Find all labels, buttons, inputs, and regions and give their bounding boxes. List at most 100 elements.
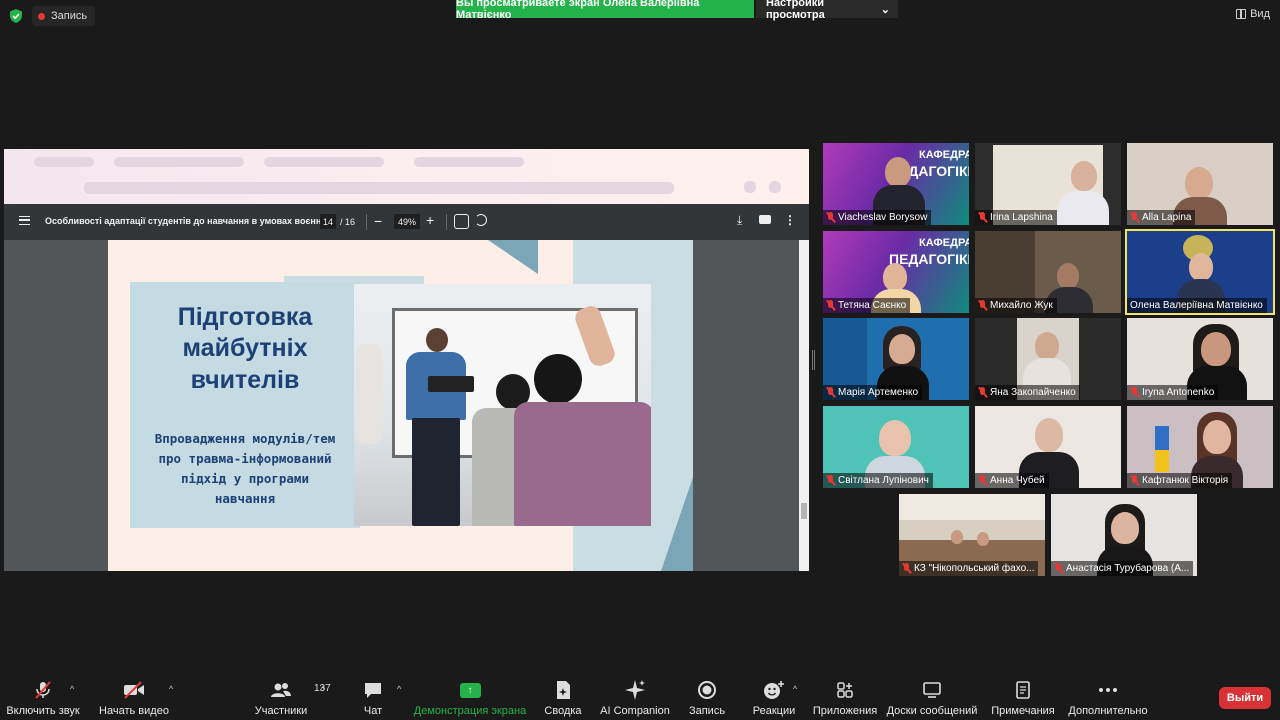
participant-tile[interactable]: Михайло Жук [975,231,1121,313]
participant-tile-active-speaker[interactable]: Олена Валеріївна Матвієнко [1125,229,1275,315]
recording-indicator[interactable]: Запись [32,6,96,26]
download-icon[interactable]: ⤓ [737,213,742,228]
recording-label: Запись [51,10,88,22]
browser-icon [769,181,781,193]
muted-mic-icon [826,475,835,486]
participant-name-label: Viacheslav Borysow [823,210,932,225]
board-icon [922,676,942,704]
participant-face [1185,167,1213,199]
participant-face [1035,332,1059,360]
muted-mic-icon [978,212,987,223]
pdf-scrollbar[interactable] [799,240,809,571]
chat-button[interactable]: Чат [356,676,390,720]
panel-resize-handle[interactable] [812,350,815,370]
participant-face [1201,332,1231,366]
rotate-icon[interactable] [475,214,487,226]
record-button[interactable]: Запись [686,676,728,720]
muted-mic-icon [826,212,835,223]
muted-mic-icon [1130,387,1139,398]
summary-button[interactable]: Сводка [542,676,584,720]
participant-body [1057,191,1109,225]
muted-mic-icon [978,387,987,398]
apps-icon [836,676,854,704]
reactions-options-chevron-icon[interactable]: ^ [793,684,797,694]
zoom-in-icon[interactable]: + [426,212,434,228]
more-options-icon[interactable]: ⋮ [784,213,796,227]
pdf-toolbar: Особливості адаптації студентів до навча… [4,204,809,240]
shared-screen[interactable]: Особливості адаптації студентів до навча… [4,149,809,571]
unmute-button[interactable]: Включить звук [6,676,80,720]
participant-tile[interactable]: Анна Чубей [975,406,1121,488]
zoom-out-icon[interactable]: − [374,213,382,229]
menu-icon[interactable] [19,216,30,225]
print-icon[interactable] [759,215,771,224]
teacher-folder [428,376,474,392]
participant-face [977,532,989,546]
leave-meeting-button[interactable]: Выйти [1219,687,1271,709]
participant-tile[interactable]: КАФЕДРА ПЕДАГОГІКИ Тетяна Саєнко [823,231,969,313]
participant-tile[interactable]: Світлана Лупінович [823,406,969,488]
more-button[interactable]: Дополнительно [1066,676,1150,720]
browser-tab [34,157,94,167]
participant-name-label: Iryna Antonenko [1127,385,1219,400]
teacher-legs [412,418,460,526]
browser-tab [114,157,244,167]
pdf-document-title: Особливості адаптації студентів до навча… [45,216,329,226]
participant-tile[interactable]: Alla Lapina [1127,143,1273,225]
flag-yellow [1155,450,1169,472]
participants-icon: 137 [270,676,331,704]
student-body [514,402,651,526]
view-button[interactable]: Вид [1236,8,1270,20]
record-icon [697,676,717,704]
participant-name-label: Яна Закопайченко [975,385,1080,400]
muted-mic-icon [902,563,911,574]
participant-name-label: Анастасія Турубарова (А... [1051,561,1194,576]
participant-tile[interactable]: КЗ "Нікопольський фахо... [899,494,1045,576]
browser-tab-strip [4,149,809,204]
muted-mic-icon [1054,563,1063,574]
room-ceiling [899,494,1045,520]
share-screen-button[interactable]: ↑ Демонстрация экрана [414,676,526,720]
participant-face [1071,161,1097,191]
participant-face [1203,420,1231,454]
participant-tile[interactable]: Яна Закопайченко [975,318,1121,400]
pdf-viewer[interactable]: Підготовка майбутніх вчителів Впроваджен… [4,240,809,571]
toolbar-divider [366,214,367,230]
apps-button[interactable]: Приложения [812,676,878,720]
view-options-dropdown[interactable]: Настройки просмотра ⌄ [756,0,898,21]
student-arm [356,344,382,444]
reactions-button[interactable]: Реакции [750,676,798,720]
page-number-input[interactable]: 14 [320,214,336,229]
fit-page-icon[interactable] [454,214,469,229]
participant-tile[interactable]: Кафтанюк Вікторія [1127,406,1273,488]
participant-face [883,263,907,291]
participant-tile[interactable]: Анастасія Турубарова (А... [1051,494,1197,576]
participant-tile[interactable]: Irina Lapshina [975,143,1121,225]
slide-subtitle: Впровадження модулів/тем про травма-інфо… [154,431,336,506]
participant-face [1111,512,1139,544]
video-off-icon [123,676,145,704]
security-shield-icon[interactable] [8,8,24,24]
zoom-level-input[interactable]: 49% [394,214,420,229]
chat-options-chevron-icon[interactable]: ^ [397,684,401,694]
participant-name-label: Тетяна Саєнко [823,298,911,313]
audio-options-chevron-icon[interactable]: ^ [70,684,74,694]
presentation-slide: Підготовка майбутніх вчителів Впроваджен… [108,240,693,571]
participants-options-chevron-icon[interactable]: ^ [321,684,325,694]
record-dot-icon [38,12,45,20]
participant-face [879,420,911,456]
participants-button[interactable]: 137 Участники [252,676,331,720]
participant-tile[interactable]: Марія Артеменко [823,318,969,400]
muted-mic-icon [826,387,835,398]
start-video-button[interactable]: Начать видео [98,676,170,720]
zoom-meeting-window: Запись Вы просматриваете экран Олена Вал… [0,0,1280,720]
participant-name-label: Alla Lapina [1127,210,1196,225]
share-screen-icon: ↑ [459,676,481,704]
notes-button[interactable]: Примечания [990,676,1056,720]
scrollbar-thumb[interactable] [801,503,807,519]
video-options-chevron-icon[interactable]: ^ [169,684,173,694]
ai-companion-button[interactable]: AI Companion [600,676,670,720]
participant-tile[interactable]: КАФЕДРА ПЕДАГОГІКИ Viacheslav Borysow [823,143,969,225]
participant-tile[interactable]: Iryna Antonenko [1127,318,1273,400]
message-boards-button[interactable]: Доски сообщений [886,676,978,720]
